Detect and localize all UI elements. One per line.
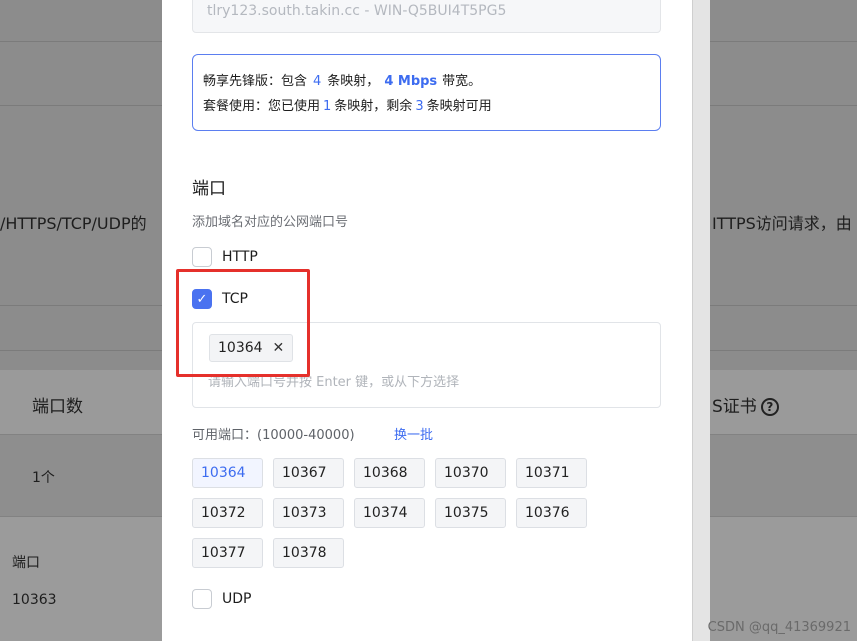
tcp-port-input[interactable]: 10364 ✕ bbox=[192, 322, 661, 408]
watermark: CSDN @qq_41369921 bbox=[707, 620, 851, 635]
port-option[interactable]: 10376 bbox=[516, 498, 587, 528]
tcp-label: TCP bbox=[222, 291, 248, 307]
port-option[interactable]: 10378 bbox=[273, 538, 344, 568]
http-option[interactable]: HTTP bbox=[192, 246, 258, 268]
port-option[interactable]: 10368 bbox=[354, 458, 425, 488]
mapping-modal: tlry123.south.takin.cc - WIN-Q5BUI4T5PG5… bbox=[162, 0, 692, 641]
col-cert-header: S证书? bbox=[712, 392, 779, 417]
mapping-count: 4 bbox=[313, 74, 322, 89]
bg-description-right: ITTPS访问请求，由 bbox=[712, 214, 852, 233]
scrollbar-track[interactable] bbox=[692, 0, 710, 641]
tcp-checkbox[interactable]: ✓ bbox=[192, 289, 212, 309]
bg-description-left: /HTTPS/TCP/UDP的 bbox=[0, 214, 147, 233]
port-option[interactable]: 10364 bbox=[192, 458, 263, 488]
port-option[interactable]: 10373 bbox=[273, 498, 344, 528]
available-ports-label: 可用端口：(10000-40000) bbox=[192, 428, 355, 443]
bg-port-label: 端口 bbox=[12, 555, 40, 571]
bg-port-value: 10363 bbox=[12, 592, 57, 608]
checkmark-icon: ✓ bbox=[196, 291, 208, 307]
available-ports-grid: 10364 10367 10368 10370 10371 10372 1037… bbox=[192, 458, 592, 568]
port-option[interactable]: 10370 bbox=[435, 458, 506, 488]
ports-section-title: 端口 bbox=[192, 179, 226, 199]
port-option[interactable]: 10367 bbox=[273, 458, 344, 488]
udp-option[interactable]: UDP bbox=[192, 588, 251, 610]
plan-info-box: 畅享先锋版：包含 4 条映射， 4 Mbps 带宽。 套餐使用：您已使用 1 条映射，剩余 3… bbox=[192, 54, 661, 131]
udp-label: UDP bbox=[222, 591, 252, 607]
port-option[interactable]: 10372 bbox=[192, 498, 263, 528]
host-field: tlry123.south.takin.cc - WIN-Q5BUI4T5PG5 bbox=[192, 0, 661, 33]
port-tag: 10364 ✕ bbox=[209, 334, 294, 362]
tcp-option[interactable]: ✓ TCP bbox=[192, 288, 248, 310]
port-option[interactable]: 10374 bbox=[354, 498, 425, 528]
bandwidth-value: 4 Mbps bbox=[384, 74, 438, 89]
close-icon[interactable]: ✕ bbox=[273, 340, 285, 356]
col-ports-header: 端口数 bbox=[32, 397, 83, 417]
port-entry-field[interactable] bbox=[208, 375, 648, 390]
ports-section-subtitle: 添加域名对应的公网端口号 bbox=[192, 215, 349, 230]
used-count: 1 bbox=[323, 99, 332, 114]
http-label: HTTP bbox=[222, 249, 258, 265]
remaining-count: 3 bbox=[415, 99, 424, 114]
http-checkbox[interactable] bbox=[192, 247, 212, 267]
port-option[interactable]: 10371 bbox=[516, 458, 587, 488]
port-option[interactable]: 10377 bbox=[192, 538, 263, 568]
port-option[interactable]: 10375 bbox=[435, 498, 506, 528]
ports-count: 1个 bbox=[32, 470, 55, 486]
usage-line: 套餐使用：您已使用 1 条映射，剩余 3 条映射可用 bbox=[203, 99, 492, 114]
udp-checkbox[interactable] bbox=[192, 589, 212, 609]
plan-line: 畅享先锋版：包含 4 条映射， 4 Mbps 带宽。 bbox=[203, 74, 482, 89]
help-icon[interactable]: ? bbox=[760, 398, 779, 416]
refresh-ports-link[interactable]: 换一批 bbox=[394, 424, 433, 443]
